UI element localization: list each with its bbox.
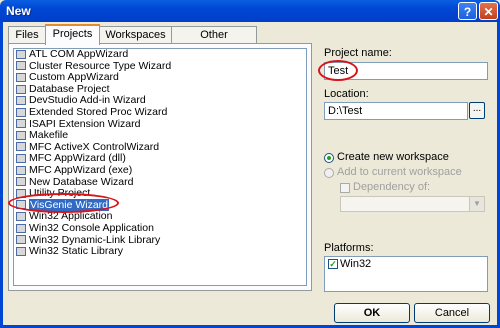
project-type-list[interactable]: ATL COM AppWizard Cluster Resource Type W…: [13, 48, 307, 286]
dependency-label: Dependency of:: [353, 181, 431, 193]
win32-platform-label: Win32: [340, 258, 372, 270]
platforms-list[interactable]: ✓ Win32: [324, 256, 488, 292]
utility-icon: [16, 188, 26, 198]
create-new-workspace-label: Create new workspace: [337, 151, 449, 163]
list-item-label: ISAPI Extension Wizard: [29, 117, 141, 130]
isapi-icon: [16, 119, 26, 129]
new-database-icon: [16, 177, 26, 187]
list-item-label: MFC AppWizard (exe): [29, 163, 133, 176]
list-item[interactable]: Win32 Static Library: [14, 245, 306, 258]
lib-icon: [16, 246, 26, 256]
list-item-label: Win32 Dynamic-Link Library: [29, 233, 161, 246]
makefile-icon: [16, 130, 26, 140]
list-item-label: New Database Wizard: [29, 175, 134, 188]
ok-button[interactable]: OK: [334, 303, 410, 323]
mfc-dll-icon: [16, 154, 26, 164]
location-field[interactable]: D:\Test: [324, 102, 468, 120]
list-item-label: VisGenie Wizard: [29, 198, 110, 211]
dependency-checkbox[interactable]: [340, 183, 350, 193]
list-item-label: Win32 Console Application: [29, 221, 154, 234]
list-item-label: Extended Stored Proc Wizard: [29, 105, 168, 118]
tab-files[interactable]: Files: [8, 26, 46, 43]
list-item-label: Database Project: [29, 82, 110, 95]
dependency-combo[interactable]: ▼: [340, 196, 485, 212]
location-label: Location:: [324, 88, 369, 100]
list-item-label: MFC AppWizard (dll): [29, 152, 126, 165]
cluster-icon: [16, 61, 26, 71]
tab-projects[interactable]: Projects: [45, 24, 100, 45]
browse-button[interactable]: ...: [469, 102, 485, 119]
storedproc-icon: [16, 107, 26, 117]
list-item-label: ATL COM AppWizard: [29, 48, 129, 60]
list-item-label: Custom AppWizard: [29, 71, 119, 84]
dll-icon: [16, 235, 26, 245]
atl-icon: [16, 49, 26, 59]
create-new-workspace-radio[interactable]: [324, 153, 334, 163]
cancel-button[interactable]: Cancel: [414, 303, 490, 323]
wizard-icon: [16, 72, 26, 82]
add-to-current-workspace-radio[interactable]: [324, 168, 334, 178]
list-item-label: Makefile: [29, 129, 69, 142]
list-item-label: MFC ActiveX ControlWizard: [29, 140, 160, 153]
tab-workspaces[interactable]: Workspaces: [99, 26, 172, 43]
list-item-label: Win32 Application: [29, 210, 113, 223]
mfc-exe-icon: [16, 165, 26, 175]
list-item-label: Win32 Static Library: [29, 245, 123, 258]
project-name-field[interactable]: Test: [324, 62, 488, 80]
list-item-label: Cluster Resource Type Wizard: [29, 59, 172, 72]
console-icon: [16, 223, 26, 233]
visgenie-icon: [16, 200, 26, 210]
add-to-current-workspace-label: Add to current workspace: [337, 166, 462, 178]
projects-panel: ATL COM AppWizard Cluster Resource Type W…: [8, 43, 312, 291]
title-bar[interactable]: New ? ✕: [0, 0, 500, 22]
window-title: New: [6, 4, 31, 18]
list-item[interactable]: Utility Project: [14, 187, 306, 200]
project-name-label: Project name:: [324, 47, 392, 59]
list-item-label: Utility Project: [29, 187, 91, 200]
chevron-down-icon[interactable]: ▼: [469, 197, 484, 211]
database-icon: [16, 84, 26, 94]
platforms-label: Platforms:: [324, 242, 374, 254]
win32-app-icon: [16, 212, 26, 222]
win32-platform-checkbox[interactable]: ✓: [328, 259, 338, 269]
addin-icon: [16, 96, 26, 106]
activex-icon: [16, 142, 26, 152]
tab-other-documents[interactable]: Other Documents: [171, 26, 257, 58]
list-item-label: DevStudio Add-in Wizard: [29, 94, 146, 107]
help-button[interactable]: ?: [458, 2, 477, 20]
close-button[interactable]: ✕: [479, 2, 498, 20]
